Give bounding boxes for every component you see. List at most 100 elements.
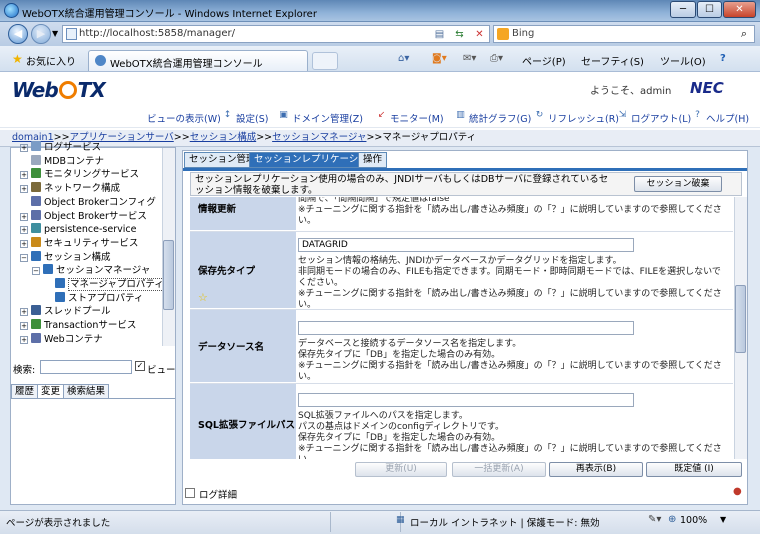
store-type-input[interactable]: DATAGRID bbox=[298, 238, 634, 252]
tree-expander-icon[interactable]: + bbox=[20, 185, 28, 194]
protected-mode-icon[interactable]: ✎▾ bbox=[648, 514, 661, 525]
view-checkbox[interactable]: ✓ bbox=[135, 361, 145, 371]
session-discard-button[interactable]: セッション破棄 bbox=[634, 176, 722, 192]
breadcrumb-session-manager[interactable]: セッションマネージャ bbox=[272, 132, 366, 143]
tab-history[interactable]: 履歴 bbox=[11, 384, 39, 399]
tree-item[interactable]: − セッションマネージャ bbox=[32, 264, 150, 277]
tree-expander-icon[interactable]: + bbox=[20, 308, 28, 317]
log-detail-label: ログ詳細 bbox=[199, 490, 238, 501]
tree-expander-icon[interactable]: + bbox=[20, 226, 28, 235]
tree-item[interactable]: + Object Brokerサービス bbox=[20, 209, 147, 223]
datasource-input[interactable] bbox=[298, 321, 634, 335]
zoom-icon[interactable]: ⊕ bbox=[668, 514, 676, 525]
tree-expander-icon[interactable]: + bbox=[20, 171, 28, 180]
tree-item-label: ネットワーク構成 bbox=[44, 183, 121, 195]
sql-path-input[interactable] bbox=[298, 393, 634, 407]
tree-item[interactable]: + ログサービス bbox=[20, 141, 101, 154]
menu-graph[interactable]: 統計グラフ(G) bbox=[469, 111, 531, 125]
close-button[interactable]: ✕ bbox=[723, 1, 756, 18]
tree-item[interactable]: + Transactionサービス bbox=[20, 319, 136, 332]
help-icon[interactable]: ? bbox=[720, 53, 726, 64]
favorites-button[interactable]: お気に入り bbox=[26, 53, 76, 68]
update-button[interactable]: 更新(U) bbox=[355, 462, 447, 477]
menu-settings[interactable]: 設定(S) bbox=[236, 111, 268, 125]
tree-item-label: マネージャプロパティ bbox=[68, 278, 162, 291]
tree-item[interactable]: + スレッドプール bbox=[20, 305, 111, 318]
tree-expander-icon[interactable]: + bbox=[20, 144, 28, 152]
menu-help[interactable]: ヘルプ(H) bbox=[706, 111, 749, 125]
tree-expander-icon[interactable]: − bbox=[32, 267, 40, 276]
tab-changes[interactable]: 変更 bbox=[37, 384, 65, 399]
tree-item-label: Webコンテナ bbox=[44, 333, 103, 345]
tree-expander-icon[interactable]: + bbox=[20, 212, 28, 221]
mail-icon[interactable]: ✉▾ bbox=[463, 53, 476, 64]
stop-icon[interactable]: ✕ bbox=[473, 28, 486, 41]
tree-item[interactable]: Object Brokerコンフィグ bbox=[20, 195, 156, 209]
properties-area: 情報更新 間隔で、「間隔間隔」で規定値はfalse ※チューニングに関する指針を「… bbox=[190, 197, 733, 459]
back-button[interactable]: ◀ bbox=[8, 24, 28, 44]
menu-view[interactable]: ビューの表示(W) bbox=[147, 111, 221, 125]
favorites-star-icon[interactable]: ★ bbox=[12, 52, 23, 66]
redisplay-button[interactable]: 再表示(B) bbox=[549, 462, 643, 477]
intranet-icon: ▦ bbox=[396, 515, 405, 525]
log-detail-checkbox[interactable] bbox=[185, 488, 195, 498]
tree-item[interactable]: + persistence-service bbox=[20, 223, 136, 236]
tree-node-icon bbox=[31, 195, 41, 206]
tree-expander-icon[interactable]: + bbox=[20, 322, 28, 331]
tree-expander-icon[interactable]: + bbox=[20, 335, 28, 344]
tree-expander-icon[interactable]: − bbox=[20, 253, 28, 262]
home-icon[interactable]: ⌂▾ bbox=[398, 53, 409, 64]
tree-item[interactable]: + セキュリティサービス bbox=[20, 236, 139, 250]
tree-item[interactable]: + モニタリングサービス bbox=[20, 168, 139, 181]
search-icon[interactable]: ⌕ bbox=[737, 27, 751, 41]
tab-search-results[interactable]: 検索結果 bbox=[63, 384, 110, 399]
tree-item-label: セキュリティサービス bbox=[44, 237, 139, 249]
tree-item[interactable]: マネージャプロパティ bbox=[44, 278, 162, 291]
tree-item[interactable]: + ネットワーク構成 bbox=[20, 182, 120, 195]
default-button[interactable]: 既定値 (I) bbox=[646, 462, 742, 477]
tree-node-icon bbox=[31, 141, 41, 151]
tree-node-icon bbox=[31, 305, 41, 316]
tree-item[interactable]: MDBコンテナ bbox=[20, 154, 104, 168]
feeds-icon[interactable]: ◙▾ bbox=[432, 53, 447, 64]
bulk-update-button[interactable]: 一括更新(A) bbox=[452, 462, 546, 477]
compat-view-icon[interactable]: ▤ bbox=[433, 28, 446, 41]
minimize-button[interactable]: ─ bbox=[670, 1, 696, 18]
prop-label-sql-path: SQL拡張ファイルパス bbox=[190, 384, 296, 459]
prop-desc-sql-path: SQL拡張ファイルへのパスを指定します。 パスの基点はドメインのconfigディレ… bbox=[298, 411, 722, 459]
tab-operations[interactable]: 操作 bbox=[358, 152, 388, 168]
forward-button[interactable]: ▶ bbox=[31, 24, 51, 44]
history-dropdown-icon[interactable]: ▼ bbox=[52, 29, 58, 38]
refresh-icon[interactable]: ⇆ bbox=[453, 28, 466, 41]
tree-item[interactable]: + Webコンテナ bbox=[20, 332, 103, 346]
tree-item[interactable]: ストアプロパティ bbox=[44, 291, 143, 305]
search-input[interactable]: Bing bbox=[493, 25, 755, 43]
tree-search-input[interactable] bbox=[40, 360, 132, 374]
tree-node-icon bbox=[31, 250, 41, 261]
print-icon[interactable]: ⎙▾ bbox=[490, 53, 503, 64]
properties-scrollbar-thumb[interactable] bbox=[735, 285, 746, 353]
tree-node-icon bbox=[31, 168, 41, 179]
domain-icon: ▣ bbox=[279, 110, 288, 120]
graph-icon: ▥ bbox=[456, 110, 465, 120]
menu-domain[interactable]: ドメイン管理(Z) bbox=[292, 111, 363, 125]
welcome-text: ようこそ、admin bbox=[590, 86, 672, 97]
breadcrumb-session-config[interactable]: セッション構成 bbox=[190, 132, 257, 143]
tree-scrollbar-thumb[interactable] bbox=[163, 240, 174, 310]
new-tab-button[interactable] bbox=[312, 52, 338, 70]
menu-logout[interactable]: ログアウト(L) bbox=[631, 111, 691, 125]
zoom-level[interactable]: 100% bbox=[680, 515, 707, 526]
tools-menu[interactable]: ツール(O) bbox=[660, 53, 706, 68]
address-input[interactable]: http://localhost:5858/manager/ bbox=[62, 25, 490, 43]
zoom-dropdown-icon[interactable]: ▼ bbox=[720, 515, 726, 524]
error-icon[interactable]: ● bbox=[733, 486, 744, 497]
maximize-button[interactable]: ☐ bbox=[697, 1, 722, 18]
page-menu[interactable]: ページ(P) bbox=[522, 53, 566, 68]
tree-expander-icon[interactable]: + bbox=[20, 239, 28, 248]
window-title: WebOTX統合運用管理コンソール - Windows Internet Exp… bbox=[22, 9, 317, 20]
menu-monitor[interactable]: モニター(M) bbox=[390, 111, 444, 125]
left-tab-panel bbox=[11, 398, 175, 504]
menu-refresh[interactable]: リフレッシュ(R) bbox=[548, 111, 619, 125]
safety-menu[interactable]: セーフティ(S) bbox=[581, 53, 644, 68]
tree-item[interactable]: − セッション構成 bbox=[20, 250, 111, 264]
